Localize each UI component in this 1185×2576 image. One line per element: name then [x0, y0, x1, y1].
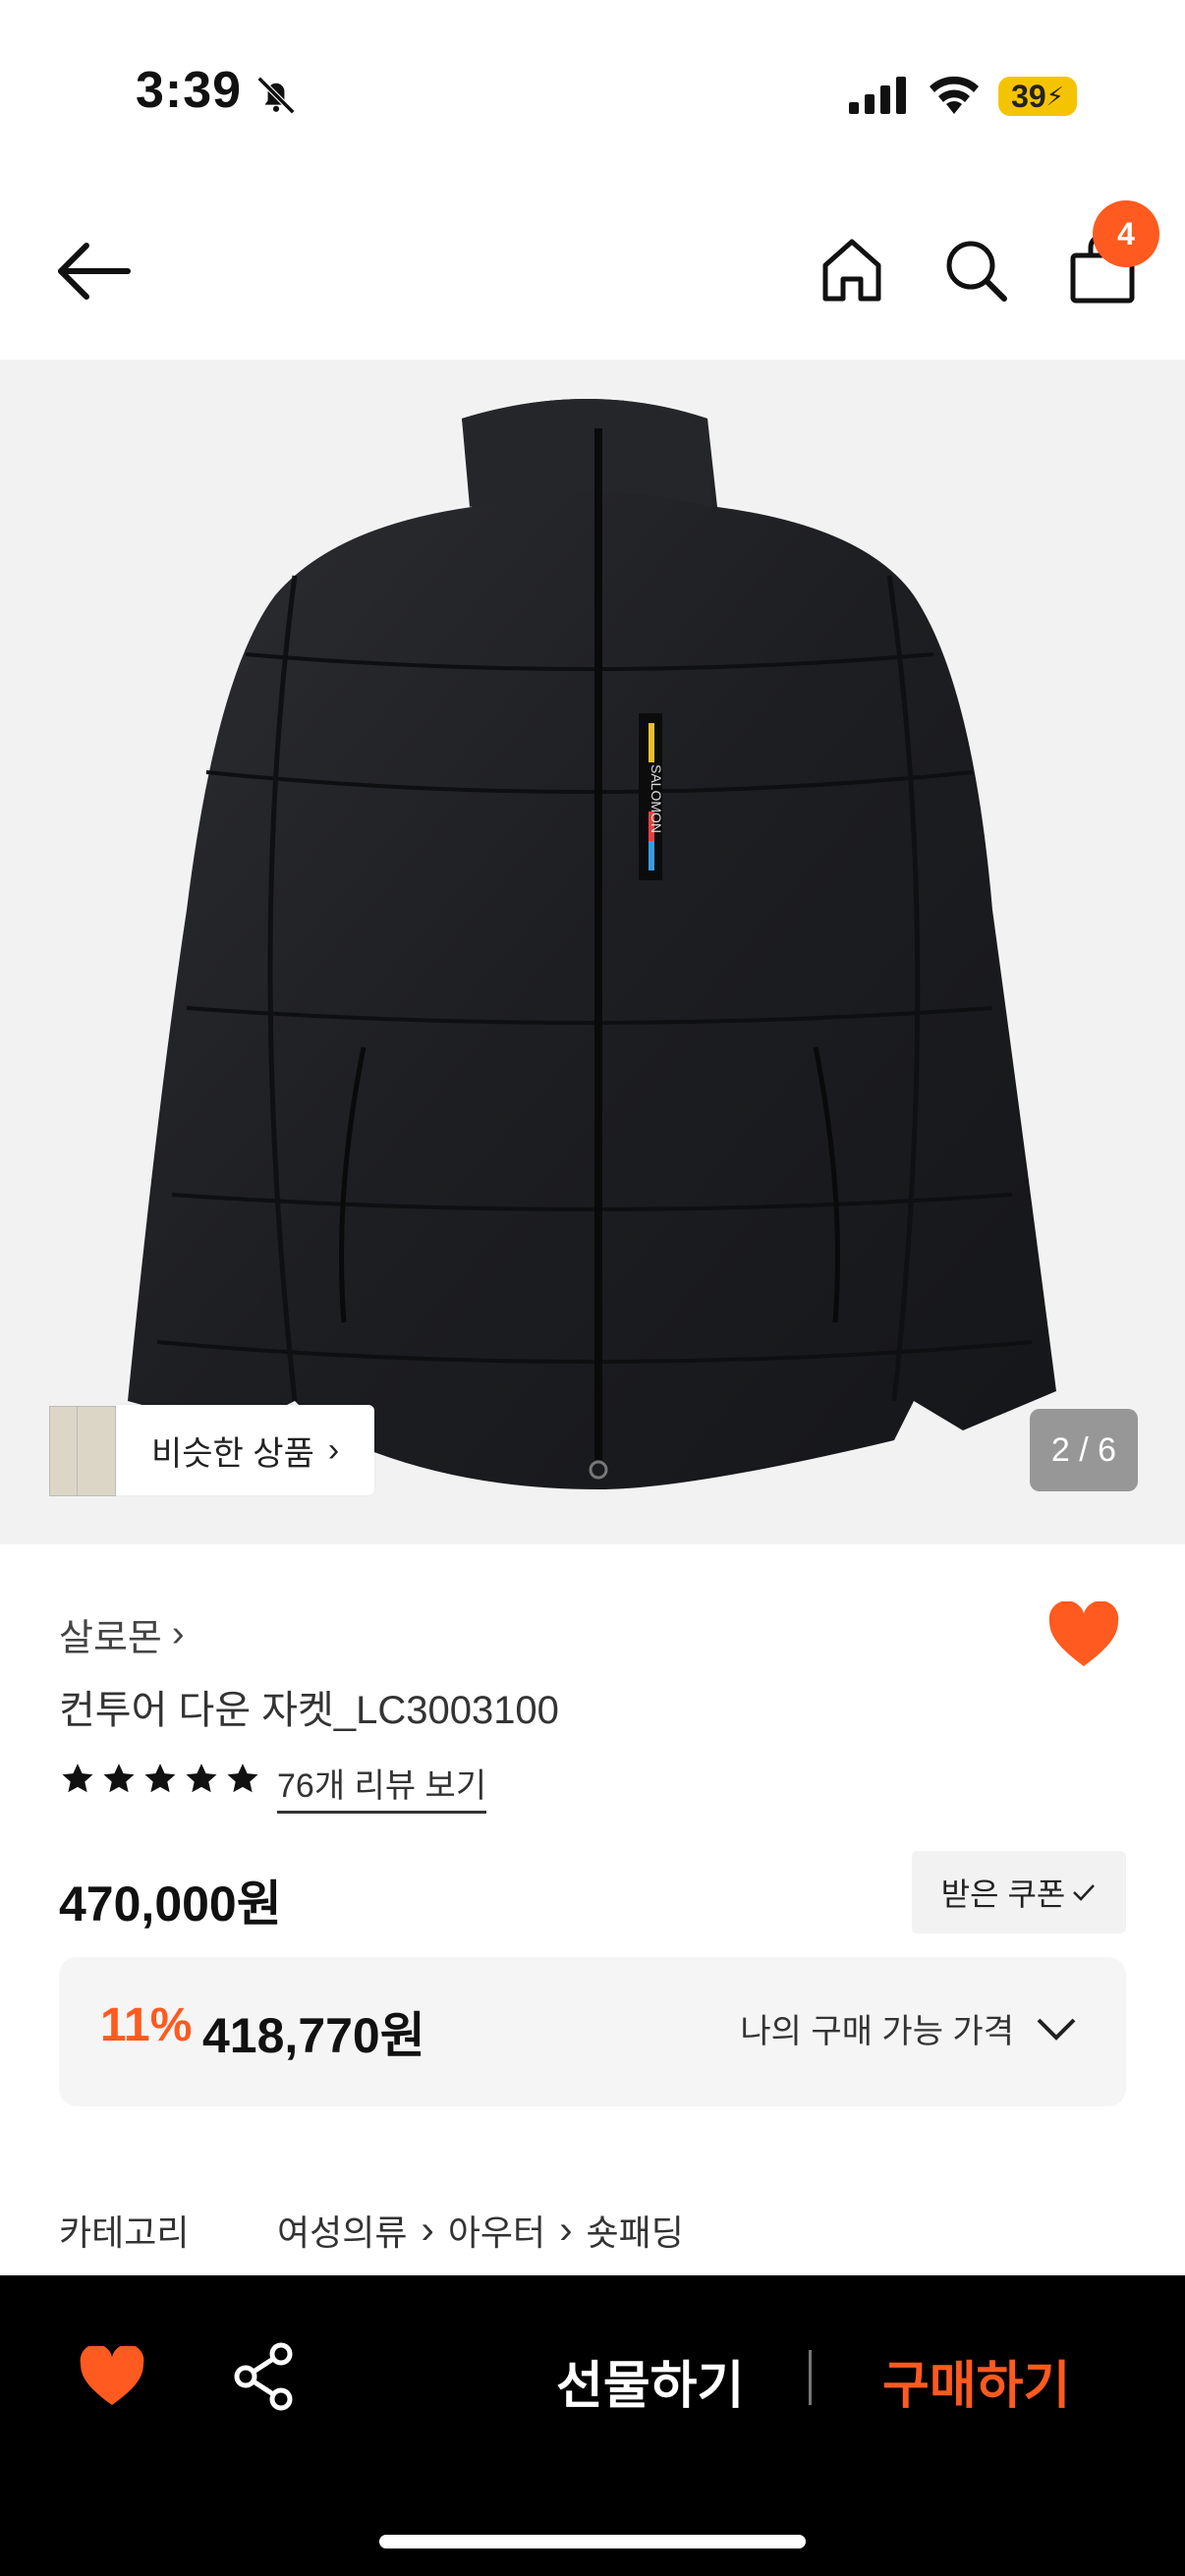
similar-products-button[interactable]: 비슷한 상품 › [49, 1403, 375, 1497]
divider [809, 2350, 812, 2405]
my-price-label: 나의 구매 가능 가격 [740, 2013, 1014, 2050]
category-item[interactable]: 숏패딩 [587, 2205, 684, 2256]
star-icon [144, 1764, 176, 1793]
product-image[interactable]: SALOMON [0, 360, 1185, 1544]
chevron-right-icon: › [421, 2208, 434, 2252]
search-icon[interactable] [943, 238, 1008, 303]
similar-label: 비슷한 상품 [151, 1434, 314, 1473]
cart-count-badge: 4 [1093, 200, 1159, 267]
buy-button[interactable]: 구매하기 [882, 2344, 1070, 2418]
star-icon [62, 1764, 93, 1793]
gift-button[interactable]: 선물하기 [556, 2344, 744, 2418]
brand-link[interactable]: 살로몬 › [59, 1607, 185, 1661]
discount-price-box[interactable]: 11% 418,770원 나의 구매 가능 가격 [59, 1957, 1126, 2106]
signal-icon [849, 77, 906, 114]
wishlist-heart-icon[interactable] [1047, 1601, 1120, 1670]
discount-rate: 11% [100, 1999, 193, 2051]
category-item[interactable]: 아우터 [448, 2205, 545, 2256]
bottom-action-bar [0, 2275, 1185, 2576]
back-arrow-icon[interactable] [55, 240, 134, 303]
coupon-label: 받은 쿠폰 [940, 1876, 1066, 1912]
check-icon [1073, 1884, 1096, 1901]
bell-slash-icon [256, 76, 296, 115]
battery-level: 39 [1011, 78, 1046, 114]
original-price: 470,000원 [59, 1876, 282, 1932]
rating-stars [59, 1761, 261, 1798]
home-icon[interactable] [819, 236, 884, 305]
image-page-indicator: 2 / 6 [1030, 1409, 1138, 1491]
discount-price: 418,770원 [202, 2008, 425, 2063]
status-time: 3:39 [136, 62, 243, 119]
star-icon [186, 1764, 217, 1793]
home-indicator[interactable] [379, 2535, 806, 2548]
star-icon [227, 1764, 258, 1793]
category-item[interactable]: 여성의류 [277, 2205, 407, 2256]
wishlist-heart-icon[interactable] [79, 2346, 145, 2409]
star-icon [103, 1764, 135, 1793]
brand-name: 살로몬 [59, 1618, 162, 1659]
my-price-toggle[interactable]: 나의 구매 가능 가격 [740, 2004, 1077, 2052]
logo-text: SALOMON [649, 764, 664, 833]
similar-thumbnails [49, 1406, 116, 1496]
chevron-down-icon [1037, 2018, 1076, 2041]
battery-icon: 39 ⚡ [998, 77, 1077, 116]
product-title: 컨투어 다운 자켓_LC3003100 [59, 1689, 559, 1732]
chevron-right-icon: › [171, 1613, 185, 1654]
review-link[interactable]: 76개 리뷰 보기 [277, 1759, 487, 1814]
category-breadcrumb: 여성의류 › 아우터 › 숏패딩 [277, 2205, 684, 2256]
coupon-button[interactable]: 받은 쿠폰 [912, 1851, 1126, 1933]
chevron-right-icon: › [327, 1430, 340, 1469]
jacket-illustration: SALOMON [128, 399, 1056, 1489]
wifi-icon [930, 76, 979, 114]
share-icon[interactable] [232, 2342, 297, 2411]
chevron-right-icon: › [559, 2208, 573, 2252]
category-label: 카테고리 [59, 2212, 190, 2253]
